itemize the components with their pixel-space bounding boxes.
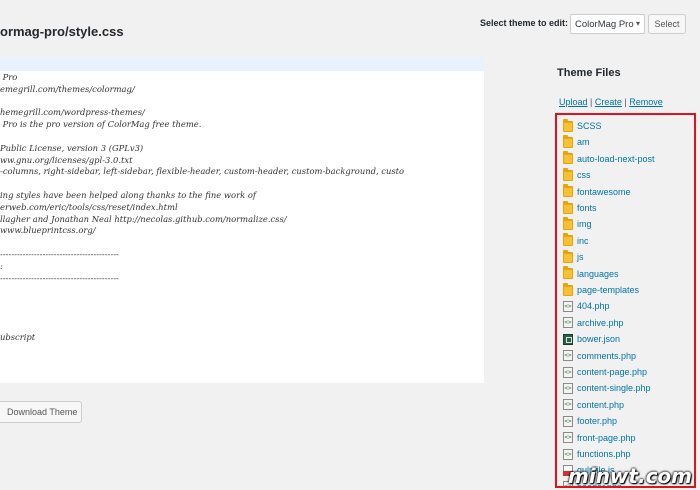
download-theme-button[interactable]: Download Theme [0, 401, 82, 423]
folder-icon [563, 151, 573, 165]
file-name: archive.php [577, 317, 624, 328]
active-line-highlight [0, 58, 484, 71]
code-line: Public License, version 3 (GPLv3) [0, 142, 144, 153]
file-list-item[interactable]: languages [563, 266, 619, 281]
theme-files-list: SCSS am auto-load-next-post css fontawesome f… [555, 113, 696, 488]
folder-icon [563, 167, 573, 181]
file-list-item[interactable]: 404.php [563, 299, 610, 313]
theme-files-heading: Theme Files [557, 67, 621, 79]
file-name: functions.php [577, 449, 631, 459]
theme-select-label: Select theme to edit: [480, 18, 569, 28]
file-list-item[interactable]: js [563, 249, 584, 264]
file-name: SCSS [577, 121, 602, 131]
code-line: www.blueprintcss.org/ [0, 225, 96, 236]
code-line: llagher and Jonathan Neal http://necolas… [0, 213, 287, 224]
file-name: js [577, 252, 584, 263]
code-line: emegrill.com/themes/colormag/ [0, 83, 135, 94]
file-name: languages [577, 268, 619, 279]
code-line: ----------------------------------------… [0, 272, 119, 283]
file-name: img [577, 219, 592, 230]
folder-icon [563, 282, 573, 296]
file-name: content-single.php [577, 383, 651, 394]
code-line: erweb.com/eric/tools/css/reset/index.htm… [0, 201, 178, 212]
folder-icon [563, 216, 573, 230]
php-file-icon [563, 366, 573, 378]
folder-icon [563, 184, 573, 198]
file-name: auto-load-next-post [577, 153, 655, 164]
folder-icon [563, 118, 573, 132]
folder-icon [563, 266, 573, 280]
php-file-icon [563, 432, 573, 444]
create-link[interactable]: Create [595, 97, 622, 107]
theme-select-dropdown[interactable]: ColorMag Pro ▾ [570, 14, 645, 34]
code-editor[interactable]: Pro emegrill.com/themes/colormag/hemegril… [0, 58, 484, 383]
code-line: Pro [0, 72, 18, 82]
file-name: bower.json [577, 334, 621, 345]
file-list-item[interactable]: footer.php [563, 414, 617, 428]
code-line: ----------------------------------------… [0, 249, 119, 259]
php-file-icon [563, 350, 573, 362]
code-line: ww.gnu.org/licenses/gpl-3.0.txt [0, 154, 133, 165]
code-line: : [0, 260, 3, 271]
file-list-item[interactable]: page-templates [563, 282, 640, 297]
file-list-item[interactable]: content-single.php [563, 381, 651, 395]
code-line: ing styles have been helped along thanks… [0, 190, 256, 200]
file-list-item[interactable]: img [563, 216, 592, 231]
file-list-item[interactable]: fontawesome [563, 184, 631, 199]
php-file-icon [563, 300, 573, 312]
file-list-item[interactable]: front-page.php [563, 431, 636, 445]
theme-select-value: ColorMag Pro [575, 19, 634, 30]
file-list-item[interactable]: inc [563, 233, 589, 248]
file-name: footer.php [577, 416, 618, 427]
file-list-item[interactable]: content-page.php [563, 365, 647, 379]
file-list-item[interactable]: bower.json [563, 332, 620, 346]
php-file-icon [563, 317, 573, 329]
file-name: css [577, 170, 591, 181]
file-name: fonts [577, 203, 597, 213]
code-line: -columns, right-sidebar, left-sidebar, f… [0, 166, 405, 177]
page-title: ormag-pro/style.css [0, 24, 124, 39]
separator: | [587, 97, 595, 107]
select-button[interactable]: Select [648, 14, 686, 34]
code-line: Pro is the pro version of ColorMag free … [0, 119, 202, 130]
json-file-icon [563, 333, 573, 345]
file-name: content-page.php [577, 367, 648, 377]
code-line: hemegrill.com/wordpress-themes/ [0, 107, 145, 118]
php-file-icon [563, 399, 573, 411]
file-list-item[interactable]: auto-load-next-post [563, 151, 655, 166]
file-name: front-page.php [577, 432, 636, 443]
chevron-down-icon: ▾ [635, 19, 640, 28]
watermark-logo: minwt.com [568, 464, 693, 488]
file-list-item[interactable]: content.php [563, 398, 624, 412]
file-name: fontawesome [577, 186, 631, 197]
file-name: inc [577, 235, 589, 246]
remove-link[interactable]: Remove [629, 97, 663, 107]
file-name: am [577, 137, 590, 148]
file-list-item[interactable]: functions.php [563, 447, 631, 461]
folder-icon [563, 233, 573, 247]
file-list-item[interactable]: comments.php [563, 349, 636, 363]
file-list-item[interactable]: am [563, 134, 590, 149]
file-list-item[interactable]: css [563, 167, 591, 182]
php-file-icon [563, 448, 573, 460]
file-name: page-templates [577, 285, 640, 295]
file-list-item[interactable]: SCSS [563, 118, 602, 133]
folder-icon [563, 249, 573, 263]
folder-icon [563, 134, 573, 148]
php-file-icon [563, 415, 573, 427]
code-line: ubscript [0, 331, 36, 342]
file-actions: Upload | Create | Remove [559, 97, 663, 107]
file-name: comments.php [577, 350, 637, 361]
file-name: content.php [577, 399, 625, 410]
file-list-item[interactable]: fonts [563, 200, 597, 215]
file-list-item[interactable]: archive.php [563, 316, 624, 330]
upload-link[interactable]: Upload [559, 97, 588, 107]
php-file-icon [563, 382, 573, 394]
folder-icon [563, 200, 573, 214]
file-name: 404.php [577, 301, 610, 312]
